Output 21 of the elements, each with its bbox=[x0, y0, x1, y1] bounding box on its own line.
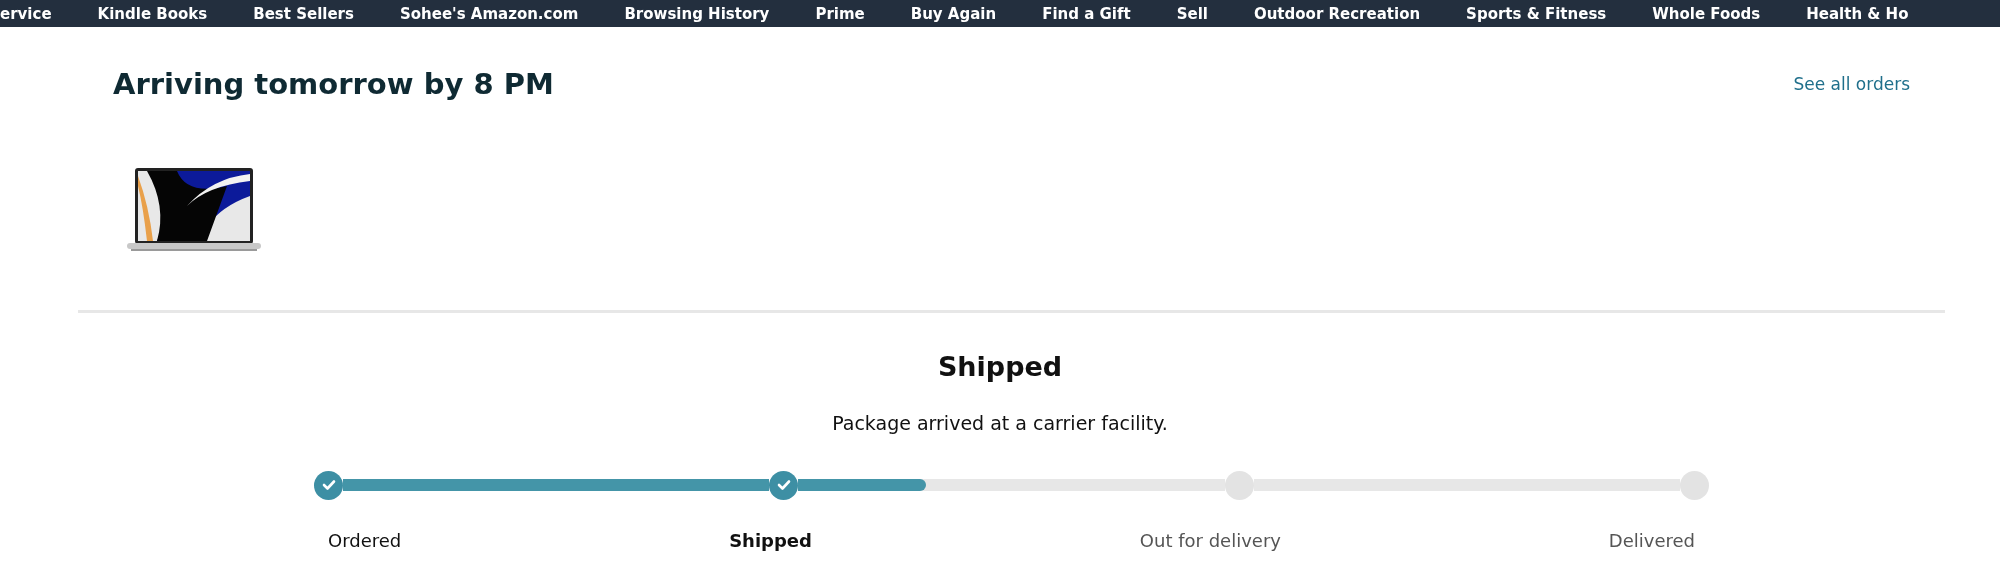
step-label: Out for delivery bbox=[1139, 530, 1281, 551]
nav-link[interactable]: ervice bbox=[0, 4, 52, 23]
nav-link[interactable]: Browsing History bbox=[624, 4, 770, 23]
status-message: Package arrived at a carrier facility. bbox=[832, 412, 1168, 434]
nav-link[interactable]: Kindle Books bbox=[97, 4, 208, 23]
nav-link[interactable]: Sohee's Amazon.com bbox=[399, 4, 579, 23]
step-label: Shipped bbox=[729, 530, 812, 551]
nav-link[interactable]: Best Sellers bbox=[253, 4, 354, 23]
step-label: Ordered bbox=[328, 530, 402, 551]
step-label: Delivered bbox=[1608, 530, 1695, 551]
nav-link[interactable]: Buy Again bbox=[910, 4, 997, 23]
nav-link[interactable]: Health & Ho bbox=[1806, 4, 1909, 23]
nav-link[interactable]: Outdoor Recreation bbox=[1253, 4, 1421, 23]
see-all-orders-link[interactable]: See all orders bbox=[1793, 74, 1910, 94]
nav-link[interactable]: Prime bbox=[815, 4, 865, 23]
nav-link[interactable]: Whole Foods bbox=[1652, 4, 1761, 23]
nav-link[interactable]: Sports & Fitness bbox=[1466, 4, 1607, 23]
delivery-heading: Arriving tomorrow by 8 PM bbox=[113, 67, 554, 101]
status-title: Shipped bbox=[937, 351, 1063, 382]
nav-link[interactable]: Sell bbox=[1176, 4, 1208, 23]
nav-link[interactable]: Find a Gift bbox=[1042, 4, 1131, 23]
